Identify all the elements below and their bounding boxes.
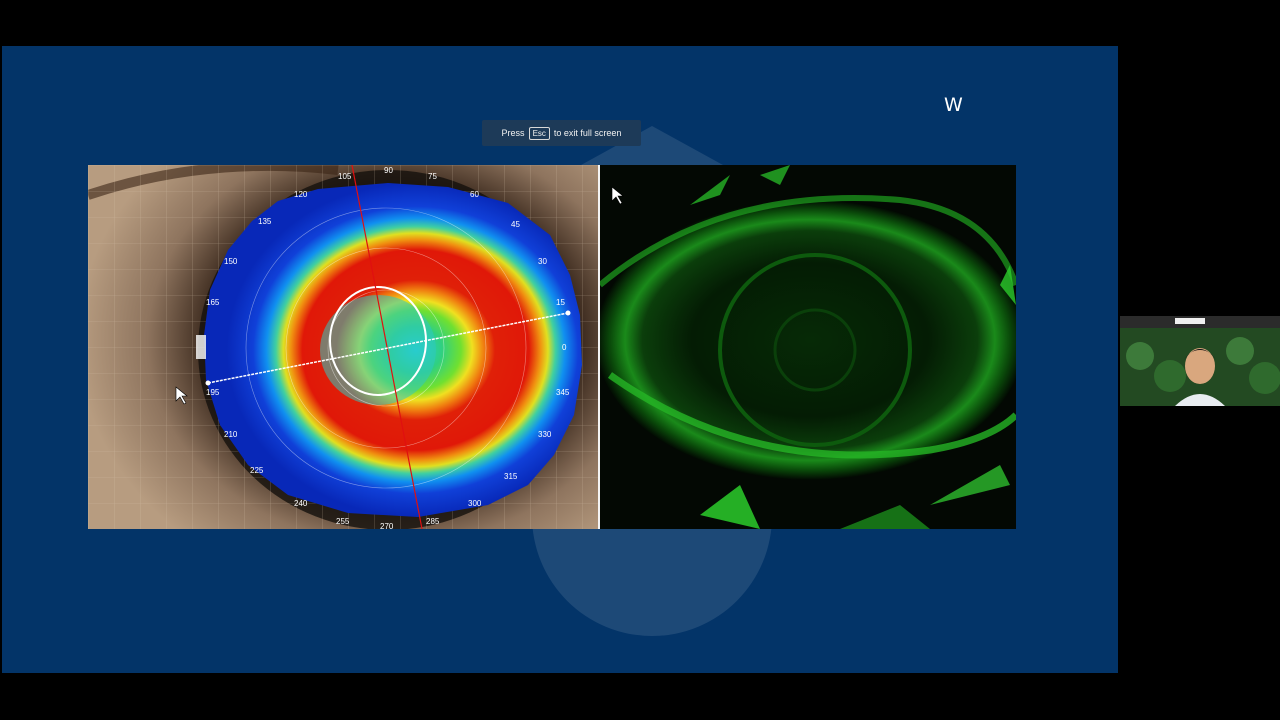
- corneal-topography-image: 90 105 75 120 60 135 45 150 30 165 15 0 …: [88, 165, 598, 529]
- axis-label-300: 300: [468, 499, 482, 508]
- axis-label-195: 195: [206, 388, 220, 397]
- participant-video: [1120, 316, 1280, 406]
- axis-label-150: 150: [224, 257, 238, 266]
- axis-label-330: 330: [538, 430, 552, 439]
- axis-label-105: 105: [338, 172, 352, 181]
- brand-logo: W: [944, 94, 963, 116]
- axis-label-270: 270: [380, 522, 394, 529]
- axis-label-60: 60: [470, 190, 479, 199]
- axis-label-240: 240: [294, 499, 308, 508]
- webcam-video-thumbnail[interactable]: [1120, 316, 1280, 406]
- fullscreen-notice-suffix: to exit full screen: [553, 128, 622, 138]
- esc-key-hint: Esc: [528, 126, 550, 140]
- axis-label-120: 120: [294, 190, 308, 199]
- mouse-pointer-icon: [611, 186, 624, 205]
- axis-label-90: 90: [384, 166, 393, 175]
- axis-label-0: 0: [562, 343, 567, 352]
- fluorescein-pattern: [600, 165, 1016, 529]
- topography-map: 90 105 75 120 60 135 45 150 30 165 15 0 …: [88, 165, 598, 529]
- fullscreen-notice-prefix: Press: [501, 128, 525, 138]
- axis-label-45: 45: [511, 220, 520, 229]
- axis-label-135: 135: [258, 217, 272, 226]
- axis-label-225: 225: [250, 466, 264, 475]
- axis-label-285: 285: [426, 517, 440, 526]
- axis-label-75: 75: [428, 172, 437, 181]
- axis-label-165: 165: [206, 298, 220, 307]
- axis-label-255: 255: [336, 517, 350, 526]
- axis-label-345: 345: [556, 388, 570, 397]
- axis-label-15: 15: [556, 298, 565, 307]
- axis-label-210: 210: [224, 430, 238, 439]
- axis-label-315: 315: [504, 472, 518, 481]
- fluorescein-image: [600, 165, 1016, 529]
- axis-label-30: 30: [538, 257, 547, 266]
- fullscreen-notice: Press Esc to exit full screen: [482, 120, 641, 146]
